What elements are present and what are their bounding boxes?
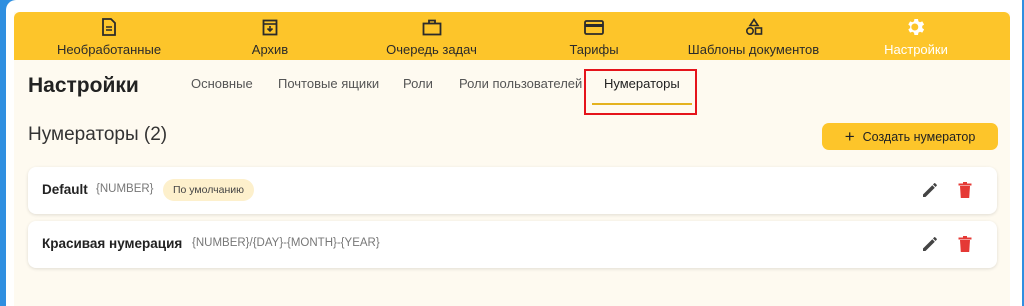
nav-label: Тарифы (569, 42, 619, 57)
create-numerator-label: Создать нумератор (862, 129, 976, 144)
tab-roles[interactable]: Роли (403, 76, 433, 91)
tab-general[interactable]: Основные (191, 76, 253, 91)
trash-icon[interactable] (955, 234, 975, 254)
nav-label: Шаблоны документов (687, 42, 820, 57)
tab-user-roles[interactable]: Роли пользователей (459, 76, 582, 91)
default-badge: По умолчанию (163, 179, 255, 201)
section-title: Нумераторы (2) (28, 124, 168, 145)
app-container: Необработанные Архив Очередь задач Тариф… (14, 12, 1010, 306)
nav-label: Очередь задач (386, 42, 477, 57)
nav-item-document-templates[interactable]: Шаблоны документов (686, 12, 821, 60)
nav-label: Архив (251, 42, 289, 57)
nav-item-archive[interactable]: Архив (240, 12, 300, 60)
list-item: Красивая нумерация {NUMBER}/{DAY}-{MONTH… (28, 221, 997, 268)
numerator-name: Красивая нумерация (42, 236, 183, 251)
highlight-box (584, 69, 697, 115)
document-icon (101, 16, 117, 38)
nav-label: Необработанные (56, 42, 162, 57)
pencil-icon[interactable] (920, 180, 940, 200)
nav-item-task-queue[interactable]: Очередь задач (384, 12, 479, 60)
plus-icon: + (844, 127, 855, 146)
top-navigation: Необработанные Архив Очередь задач Тариф… (14, 12, 1010, 60)
list-item: Default {NUMBER} По умолчанию (28, 167, 997, 214)
numerator-pattern: {NUMBER} (96, 183, 154, 195)
nav-item-tariffs[interactable]: Тарифы (564, 12, 624, 60)
credit-card-icon (584, 16, 604, 38)
trash-icon[interactable] (955, 180, 975, 200)
pencil-icon[interactable] (920, 234, 940, 254)
create-numerator-button[interactable]: + Создать нумератор (822, 123, 998, 150)
numerator-pattern: {NUMBER}/{DAY}-{MONTH}-{YEAR} (192, 237, 380, 249)
gear-icon (906, 16, 926, 38)
tab-mailboxes[interactable]: Почтовые ящики (278, 76, 379, 91)
page-title: Настройки (28, 74, 139, 97)
nav-item-unprocessed[interactable]: Необработанные (56, 12, 162, 60)
nav-item-settings[interactable]: Настройки (876, 12, 956, 60)
briefcase-icon (422, 16, 442, 38)
shapes-icon (745, 16, 763, 38)
nav-label: Настройки (884, 42, 948, 57)
archive-icon (262, 16, 278, 38)
numerator-name: Default (42, 182, 88, 197)
